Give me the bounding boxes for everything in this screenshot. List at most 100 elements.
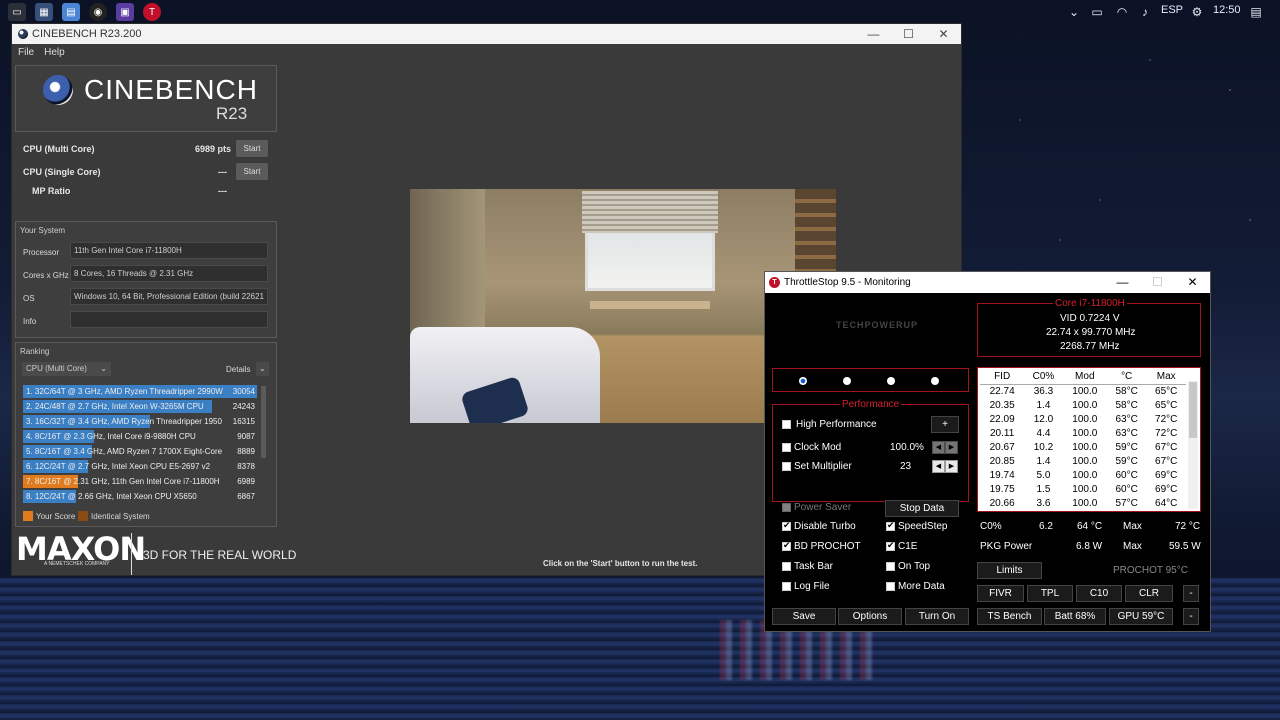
set-multiplier-label: Set Multiplier xyxy=(794,461,852,472)
your-score-swatch xyxy=(23,511,33,521)
c10-button[interactable]: C10 xyxy=(1076,585,1122,602)
ts-close-button[interactable]: ✕ xyxy=(1175,272,1210,293)
maximize-button[interactable]: ☐ xyxy=(891,24,926,44)
photos-app-icon[interactable]: ▦ xyxy=(35,3,53,21)
volume-icon[interactable]: ♪ xyxy=(1137,4,1153,20)
core-table-scroll-thumb[interactable] xyxy=(1189,382,1197,438)
fivr-button[interactable]: FIVR xyxy=(977,585,1024,602)
collapse-button-1[interactable]: - xyxy=(1183,585,1199,602)
core-table-cell: 58°C xyxy=(1107,384,1147,398)
set-multiplier-stepper[interactable]: ◀▶ xyxy=(932,460,958,473)
core-table-cell: 22.74 xyxy=(980,384,1024,398)
start-multi-core-button[interactable]: Start xyxy=(236,140,268,157)
cinebench-app-icon[interactable]: ◉ xyxy=(89,3,107,21)
language-indicator[interactable]: ESP xyxy=(1161,4,1183,16)
ranking-row[interactable]: 5. 8C/16T @ 3.4 GHz, AMD Ryzen 7 1700X E… xyxy=(23,445,267,458)
gear-icon[interactable]: ⚙ xyxy=(1189,4,1205,20)
ranking-row[interactable]: 2. 24C/48T @ 2.7 GHz, Intel Xeon W-3265M… xyxy=(23,400,267,413)
ranking-row-score: 6867 xyxy=(237,490,255,503)
clr-button[interactable]: CLR xyxy=(1125,585,1173,602)
c0-max-value: 72 °C xyxy=(1175,521,1200,532)
more-data-checkbox[interactable] xyxy=(886,582,895,591)
task-bar-checkbox[interactable] xyxy=(782,562,791,571)
save-button[interactable]: Save xyxy=(772,608,836,625)
start-single-core-button[interactable]: Start xyxy=(236,163,268,180)
core-table-cell: 63°C xyxy=(1107,412,1147,426)
gpu-app-icon[interactable]: ▣ xyxy=(116,3,134,21)
chevron-down-icon: ⌄ xyxy=(259,364,266,373)
ts-bench-button[interactable]: TS Bench xyxy=(977,608,1042,625)
ranking-scrollbar[interactable] xyxy=(261,386,266,458)
details-toggle[interactable]: ⌄ xyxy=(256,362,269,376)
c0-max-label: Max xyxy=(1123,521,1142,532)
stop-data-button[interactable]: Stop Data xyxy=(885,500,959,517)
notifications-icon[interactable]: ▤ xyxy=(1248,4,1264,20)
wifi-icon[interactable]: ◠ xyxy=(1114,4,1130,20)
high-performance-checkbox[interactable] xyxy=(782,420,791,429)
profile-radio-2[interactable] xyxy=(843,377,851,385)
minimize-button[interactable]: — xyxy=(856,24,891,44)
details-label[interactable]: Details xyxy=(226,365,250,374)
brand-name: CINEBENCH xyxy=(84,74,258,106)
tpl-button[interactable]: TPL xyxy=(1027,585,1073,602)
info-field[interactable] xyxy=(70,311,268,328)
menu-help[interactable]: Help xyxy=(44,47,65,58)
core-table-row: 19.751.5100.060°C69°C xyxy=(980,482,1186,496)
c1e-checkbox[interactable] xyxy=(886,542,895,551)
core-table-cell: 5.0 xyxy=(1024,468,1062,482)
disable-turbo-checkbox[interactable] xyxy=(782,522,791,531)
status-message: Click on the 'Start' button to run the t… xyxy=(543,559,697,568)
battery-icon[interactable]: ▭ xyxy=(1089,4,1105,20)
limits-button[interactable]: Limits xyxy=(977,562,1042,579)
core-table-cell: 20.11 xyxy=(980,426,1024,440)
menu-file[interactable]: File xyxy=(18,47,34,58)
brand-version: R23 xyxy=(216,104,247,124)
core-table-cell: 19.75 xyxy=(980,482,1024,496)
profile-radio-4[interactable] xyxy=(931,377,939,385)
throttlestop-titlebar: T ThrottleStop 9.5 - Monitoring — ☐ ✕ xyxy=(765,272,1210,293)
profile-radio-3[interactable] xyxy=(887,377,895,385)
monitor-app-icon[interactable]: ▤ xyxy=(62,3,80,21)
your-score-legend: Your Score xyxy=(36,512,75,521)
power-saver-checkbox[interactable] xyxy=(782,503,791,512)
bd-prochot-checkbox[interactable] xyxy=(782,542,791,551)
gpu-button[interactable]: GPU 59°C xyxy=(1109,608,1173,625)
collapse-button-2[interactable]: - xyxy=(1183,608,1199,625)
ranking-row[interactable]: 8. 12C/24T @ 2.66 GHz, Intel Xeon CPU X5… xyxy=(23,490,267,503)
ts-maximize-button[interactable]: ☐ xyxy=(1140,272,1175,293)
plus-button[interactable]: + xyxy=(931,416,959,433)
clock[interactable]: 12:50 xyxy=(1213,4,1241,16)
core-table-row: 20.351.4100.058°C65°C xyxy=(980,398,1186,412)
ts-minimize-button[interactable]: — xyxy=(1105,272,1140,293)
log-file-checkbox[interactable] xyxy=(782,582,791,591)
core-table-cell: 72°C xyxy=(1146,426,1186,440)
multi-core-label: CPU (Multi Core) xyxy=(23,144,95,154)
close-button[interactable]: ✕ xyxy=(926,24,961,44)
battery-button[interactable]: Batt 68% xyxy=(1044,608,1106,625)
disable-turbo-label: Disable Turbo xyxy=(794,521,856,532)
profile-radio-1[interactable] xyxy=(799,377,807,385)
desktop-icon[interactable]: ▭ xyxy=(8,3,26,21)
core-table-row: 20.851.4100.059°C67°C xyxy=(980,454,1186,468)
on-top-checkbox[interactable] xyxy=(886,562,895,571)
ranking-row[interactable]: 1. 32C/64T @ 3 GHz, AMD Ryzen Threadripp… xyxy=(23,385,267,398)
turn-on-button[interactable]: Turn On xyxy=(905,608,969,625)
core-table-cell: 100.0 xyxy=(1063,454,1107,468)
ranking-select[interactable]: CPU (Multi Core) ⌄ xyxy=(22,362,111,376)
core-table-cell: 1.4 xyxy=(1024,454,1062,468)
core-table-cell: 100.0 xyxy=(1063,440,1107,454)
ranking-row[interactable]: 3. 16C/32T @ 3.4 GHz, AMD Ryzen Threadri… xyxy=(23,415,267,428)
pkg-max-label: Max xyxy=(1123,541,1142,552)
clock-mod-stepper[interactable]: ◀▶ xyxy=(932,441,958,454)
clock-mod-checkbox[interactable] xyxy=(782,443,791,452)
options-button[interactable]: Options xyxy=(838,608,902,625)
your-system-title: Your System xyxy=(20,226,65,235)
ranking-row[interactable]: 6. 12C/24T @ 2.7 GHz, Intel Xeon CPU E5-… xyxy=(23,460,267,473)
ranking-row[interactable]: 7. 8C/16T @ 2.31 GHz, 11th Gen Intel Cor… xyxy=(23,475,267,488)
throttlestop-app-icon[interactable]: T xyxy=(143,3,161,21)
set-multiplier-checkbox[interactable] xyxy=(782,462,791,471)
chevron-up-icon[interactable]: ⌄ xyxy=(1066,4,1082,20)
ranking-row[interactable]: 4. 8C/16T @ 2.3 GHz, Intel Core i9-9880H… xyxy=(23,430,267,443)
core-table-row: 20.6710.2100.059°C67°C xyxy=(980,440,1186,454)
speedstep-checkbox[interactable] xyxy=(886,522,895,531)
